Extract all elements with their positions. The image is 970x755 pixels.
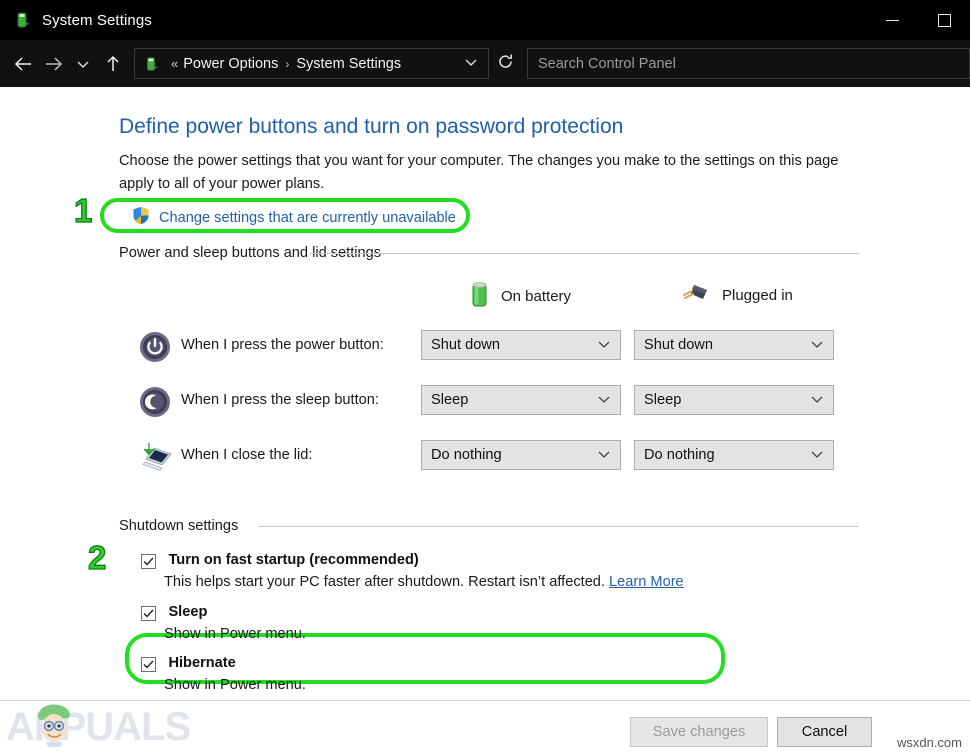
chevron-down-icon [811, 339, 823, 351]
setting-label-power-button: When I press the power button: [181, 337, 384, 353]
save-changes-button[interactable]: Save changes [630, 717, 768, 747]
search-placeholder: Search Control Panel [538, 56, 676, 72]
sleep-checkbox-row: Sleep Show in Power menu. [141, 603, 306, 642]
combo-power-button-on-battery[interactable]: Shut down [421, 330, 621, 360]
chevron-down-icon [598, 449, 610, 461]
breadcrumb-separator: › [285, 57, 289, 71]
change-settings-link-label: Change settings that are currently unava… [159, 210, 456, 226]
cancel-button[interactable]: Cancel [777, 717, 872, 747]
combo-value: Sleep [431, 392, 468, 408]
hibernate-label: Hibernate [168, 655, 235, 671]
shutdown-section-heading: Shutdown settings [119, 518, 238, 534]
change-settings-link[interactable]: Change settings that are currently unava… [132, 206, 456, 230]
power-section-rule [310, 253, 859, 254]
combo-close-lid-plugged-in[interactable]: Do nothing [634, 440, 834, 470]
window-title: System Settings [42, 12, 152, 29]
power-button-icon [138, 330, 172, 364]
battery-icon [12, 10, 32, 30]
hibernate-checkbox[interactable] [141, 657, 156, 672]
refresh-button[interactable] [489, 48, 521, 79]
watermark: wsxdn.com [897, 735, 962, 750]
recent-locations-button[interactable] [68, 49, 98, 79]
maximize-icon [938, 14, 951, 27]
setting-row-power-button: When I press the power button: Shut down… [0, 330, 970, 364]
annotation-number-1: 1 [74, 192, 92, 230]
up-arrow-icon [105, 55, 121, 73]
combo-power-button-plugged-in[interactable]: Shut down [634, 330, 834, 360]
system-settings-window: System Settings [0, 0, 970, 755]
chevron-down-icon [811, 394, 823, 406]
combo-value: Do nothing [431, 447, 502, 463]
sleep-description: Show in Power menu. [164, 626, 306, 642]
setting-label-sleep-button: When I press the sleep button: [181, 392, 379, 408]
chevron-down-icon [76, 59, 90, 69]
back-button[interactable] [8, 49, 38, 79]
setting-row-close-lid: When I close the lid: Do nothing Do noth… [0, 440, 970, 474]
title-bar: System Settings [0, 0, 970, 40]
minimize-icon [886, 20, 899, 21]
combo-sleep-button-on-battery[interactable]: Sleep [421, 385, 621, 415]
hibernate-description: Show in Power menu. [164, 677, 306, 693]
setting-row-sleep-button: When I press the sleep button: Sleep Sle… [0, 385, 970, 419]
chevron-down-icon[interactable] [464, 57, 478, 70]
learn-more-link[interactable]: Learn More [609, 574, 684, 590]
refresh-icon [497, 53, 514, 75]
page-description: Choose the power settings that you want … [119, 150, 859, 196]
laptop-lid-icon [138, 440, 172, 474]
forward-arrow-icon [44, 56, 63, 72]
address-bar: « Power Options › System Settings Search… [0, 40, 970, 87]
combo-value: Shut down [644, 337, 713, 353]
sleep-label: Sleep [168, 604, 207, 620]
up-button[interactable] [98, 49, 128, 79]
setting-label-close-lid: When I close the lid: [181, 447, 312, 463]
fast-startup-checkbox[interactable] [141, 554, 156, 569]
minimize-button[interactable] [866, 0, 918, 40]
breadcrumb-overflow[interactable]: « [171, 56, 178, 71]
combo-close-lid-on-battery[interactable]: Do nothing [421, 440, 621, 470]
hibernate-checkbox-row: Hibernate Show in Power menu. [141, 654, 306, 693]
fast-startup-label: Turn on fast startup (recommended) [168, 552, 418, 568]
forward-button[interactable] [38, 49, 68, 79]
breadcrumb[interactable]: « Power Options › System Settings [134, 48, 489, 79]
back-arrow-icon [14, 56, 33, 72]
fast-startup-description-text: This helps start your PC faster after sh… [164, 574, 609, 590]
search-input[interactable]: Search Control Panel [527, 48, 970, 79]
combo-value: Do nothing [644, 447, 715, 463]
sleep-checkbox[interactable] [141, 606, 156, 621]
annotation-number-2: 2 [88, 539, 106, 577]
column-header-on-battery: On battery [468, 279, 571, 314]
mascot-icon [32, 701, 76, 747]
combo-value: Shut down [431, 337, 500, 353]
combo-value: Sleep [644, 392, 681, 408]
column-header-plugged-in: Plugged in [681, 279, 793, 312]
window-controls [866, 0, 970, 40]
page-title: Define power buttons and turn on passwor… [119, 115, 623, 139]
breadcrumb-item-system-settings[interactable]: System Settings [296, 56, 401, 72]
battery-icon [468, 279, 490, 314]
chevron-down-icon [598, 394, 610, 406]
chevron-down-icon [811, 449, 823, 461]
sleep-button-icon [138, 385, 172, 419]
fast-startup-checkbox-row: Turn on fast startup (recommended) This … [141, 551, 684, 590]
power-plug-icon [681, 279, 711, 312]
shutdown-section-rule [258, 526, 859, 527]
appuals-logo: APPUALS [6, 701, 190, 753]
fast-startup-description: This helps start your PC faster after sh… [164, 574, 684, 590]
combo-sleep-button-plugged-in[interactable]: Sleep [634, 385, 834, 415]
breadcrumb-item-power-options[interactable]: Power Options [183, 56, 278, 72]
chevron-down-icon [598, 339, 610, 351]
shield-icon [132, 206, 150, 230]
column-header-plugged-in-label: Plugged in [722, 287, 793, 304]
content-area: Define power buttons and turn on passwor… [0, 87, 970, 755]
maximize-button[interactable] [918, 0, 970, 40]
column-header-on-battery-label: On battery [501, 288, 571, 305]
battery-icon [142, 55, 160, 73]
